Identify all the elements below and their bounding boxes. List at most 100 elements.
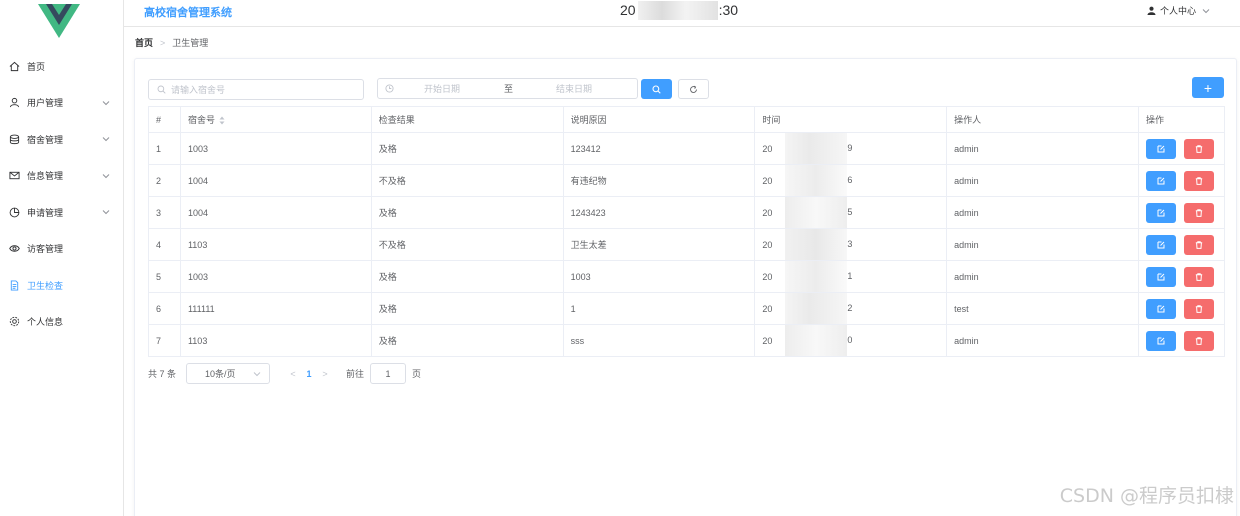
date-range-picker[interactable]: 开始日期 至 结束日期 — [377, 78, 638, 99]
cell-actions — [1138, 260, 1226, 293]
delete-button[interactable] — [1183, 170, 1214, 191]
breadcrumb-home[interactable]: 首页 — [135, 36, 153, 49]
delete-button[interactable] — [1183, 266, 1214, 287]
chevron-down-icon — [102, 210, 110, 215]
cell-actions — [1138, 292, 1226, 325]
time-suffix: 2 — [847, 302, 853, 313]
sidebar-item-hygiene[interactable]: 卫生检查 — [0, 267, 124, 304]
sidebar-item-dorms[interactable]: 宿舍管理 — [0, 121, 124, 158]
date-start-input[interactable]: 开始日期 — [424, 82, 460, 95]
date-range-separator: 至 — [504, 84, 514, 94]
edit-button[interactable] — [1145, 138, 1176, 159]
sidebar-item-users[interactable]: 用户管理 — [0, 85, 124, 122]
edit-icon — [1157, 177, 1165, 184]
user-center-label: 个人中心 — [1159, 6, 1196, 16]
trash-icon — [1195, 304, 1203, 313]
dorm-search-field[interactable] — [148, 79, 364, 100]
page-size-select[interactable]: 10条/页 — [186, 363, 271, 384]
cell-operator: admin — [946, 196, 1139, 229]
table-row: 3 1004 及格 1243423 20 5 admin — [148, 196, 1226, 229]
user-center-menu[interactable]: 个人中心 — [1147, 4, 1214, 17]
prev-page-button[interactable]: < — [284, 369, 302, 379]
sidebar-item-home[interactable]: 首页 — [0, 48, 124, 85]
cell-result: 及格 — [371, 324, 564, 357]
trash-icon — [1195, 272, 1203, 281]
time-redaction — [785, 325, 848, 356]
cell-actions — [1138, 132, 1226, 165]
edit-button[interactable] — [1145, 330, 1176, 351]
delete-button[interactable] — [1183, 298, 1214, 319]
search-button[interactable] — [641, 79, 672, 99]
sort-icon[interactable] — [219, 116, 225, 125]
clock-redaction — [638, 1, 718, 20]
time-redaction — [785, 261, 848, 292]
database-icon — [8, 133, 20, 145]
cell-time: 20 9 — [754, 132, 948, 165]
vue-logo — [38, 4, 80, 38]
time-redaction — [785, 293, 848, 324]
next-page-button[interactable]: > — [316, 369, 334, 379]
cell-index: 2 — [148, 164, 181, 197]
cell-actions — [1138, 228, 1226, 261]
cell-time: 20 5 — [754, 196, 948, 229]
goto-page-value: 1 — [385, 368, 391, 379]
add-record-button[interactable]: + — [1192, 77, 1224, 98]
home-icon — [8, 60, 20, 72]
delete-button[interactable] — [1183, 138, 1214, 159]
page-size-value: 10条/页 — [205, 369, 236, 379]
column-header-dorm-label: 宿舍号 — [187, 115, 215, 125]
column-header-reason: 说明原因 — [563, 106, 756, 133]
clock-icon — [385, 84, 394, 93]
sidebar-item-messages[interactable]: 信息管理 — [0, 158, 124, 195]
edit-button[interactable] — [1145, 202, 1176, 223]
delete-button[interactable] — [1183, 234, 1214, 255]
dorm-search-input[interactable] — [171, 84, 351, 95]
breadcrumb-separator: > — [160, 37, 166, 48]
cell-operator: admin — [946, 324, 1139, 357]
cell-index: 1 — [148, 132, 181, 165]
column-header-result: 检查结果 — [371, 106, 564, 133]
cell-result: 不及格 — [371, 228, 564, 261]
column-header-index: # — [148, 106, 181, 133]
refresh-icon — [690, 85, 697, 93]
time-suffix: 0 — [847, 334, 853, 345]
delete-button[interactable] — [1183, 202, 1214, 223]
cell-reason: 有违纪物 — [563, 164, 756, 197]
chevron-down-icon — [253, 372, 261, 377]
sidebar-item-label: 宿舍管理 — [27, 134, 64, 145]
column-header-dorm[interactable]: 宿舍号 — [180, 106, 372, 133]
sidebar: 首页 用户管理 宿舍管理 信息管理 申请管理 访客管理 卫生检查 个人信息 — [0, 0, 124, 516]
date-end-input[interactable]: 结束日期 — [556, 82, 592, 95]
page-number-current[interactable]: 1 — [302, 369, 316, 379]
time-suffix: 1 — [847, 270, 853, 281]
edit-button[interactable] — [1145, 170, 1176, 191]
trash-icon — [1195, 208, 1203, 217]
eye-icon — [8, 243, 20, 255]
sidebar-item-label: 首页 — [27, 61, 46, 72]
sidebar-item-label: 访客管理 — [27, 244, 64, 255]
edit-icon — [1157, 241, 1165, 248]
edit-button[interactable] — [1145, 298, 1176, 319]
chevron-down-icon — [102, 137, 110, 142]
cell-time: 20 1 — [754, 260, 948, 293]
sidebar-item-profile[interactable]: 个人信息 — [0, 304, 124, 341]
column-header-time: 时间 — [754, 106, 948, 133]
table-row: 7 1103 及格 sss 20 0 admin — [148, 324, 1226, 357]
delete-button[interactable] — [1183, 330, 1214, 351]
document-icon — [8, 279, 20, 291]
sidebar-item-visitors[interactable]: 访客管理 — [0, 231, 124, 268]
goto-page-input[interactable]: 1 — [370, 363, 407, 384]
sidebar-item-applications[interactable]: 申请管理 — [0, 194, 124, 231]
sidebar-item-label: 卫生检查 — [27, 280, 64, 291]
cell-time: 20 6 — [754, 164, 948, 197]
edit-button[interactable] — [1145, 234, 1176, 255]
breadcrumb-current: 卫生管理 — [172, 38, 209, 48]
edit-icon — [1157, 273, 1165, 280]
time-redaction — [785, 197, 848, 228]
edit-button[interactable] — [1145, 266, 1176, 287]
cell-reason: 1 — [563, 292, 756, 325]
trash-icon — [1195, 144, 1203, 153]
cell-result: 及格 — [371, 292, 564, 325]
reset-button[interactable] — [678, 79, 709, 99]
trash-icon — [1195, 176, 1203, 185]
